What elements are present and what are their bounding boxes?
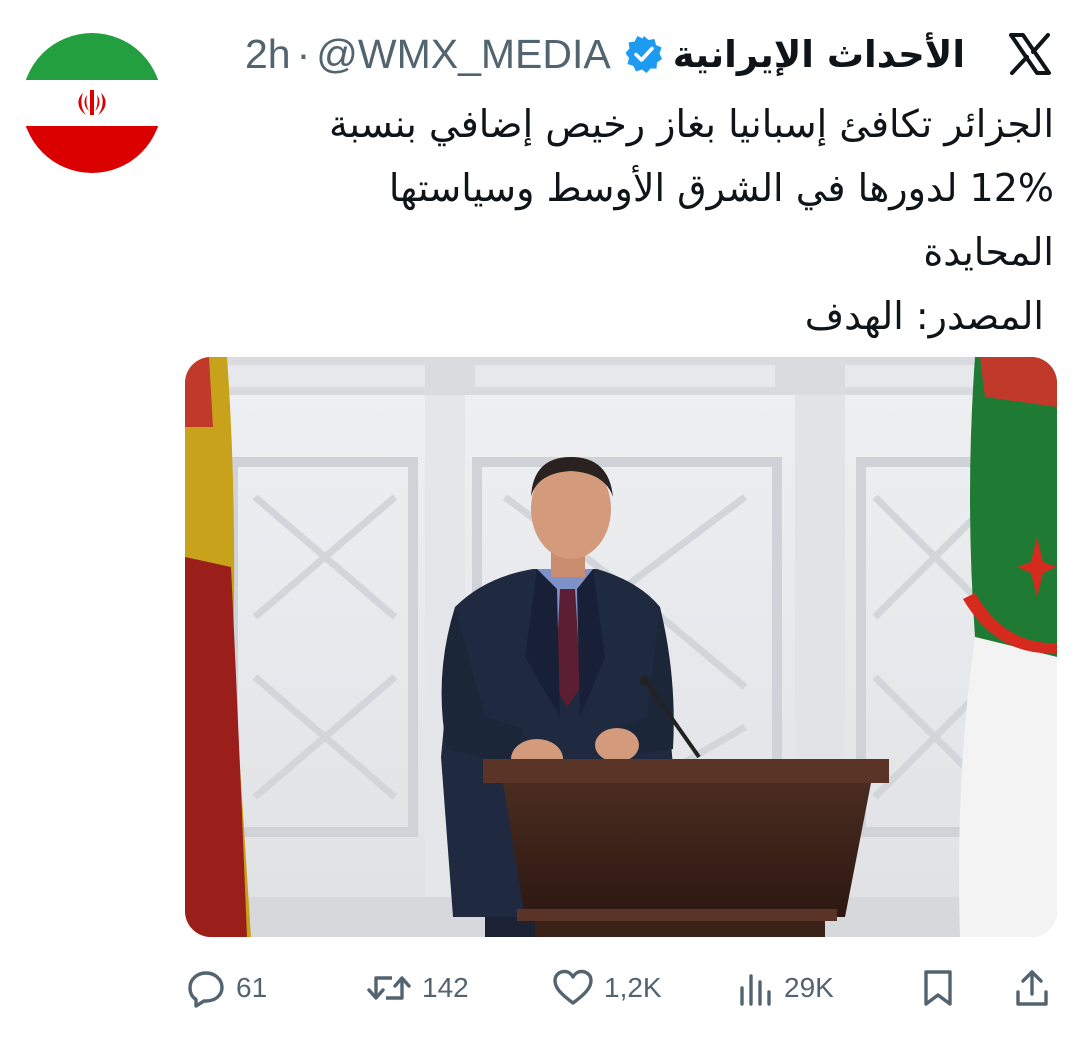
- reply-button[interactable]: 61: [186, 960, 267, 1016]
- like-button[interactable]: 1,2K: [552, 960, 662, 1016]
- views-count: 29K: [784, 972, 834, 1003]
- tweet-source-line: المصدر: الهدف: [804, 294, 1044, 338]
- heart-icon: [553, 969, 593, 1005]
- views-icon: [740, 974, 771, 1006]
- tweet-text-line: المحايدة: [923, 230, 1054, 274]
- verified-badge-icon: [625, 35, 663, 73]
- share-icon: [1016, 970, 1048, 1006]
- separator-dot: ·: [296, 30, 311, 77]
- tweet-photo[interactable]: [185, 357, 1057, 937]
- tweet-text-line: الجزائر تكافئ إسبانيا بغاز رخيص إضافي بن…: [329, 102, 1054, 146]
- repost-icon: [367, 976, 411, 1000]
- x-logo-icon[interactable]: [1008, 32, 1052, 76]
- tweet-header: الأحداث الإيرانية @WMX_MEDIA · 2h: [245, 28, 965, 80]
- repost-button[interactable]: 142: [366, 960, 469, 1016]
- views-button[interactable]: 29K: [738, 960, 834, 1016]
- handle[interactable]: @WMX_MEDIA: [316, 31, 610, 78]
- reply-count: 61: [236, 972, 268, 1003]
- repost-count: 142: [422, 972, 469, 1003]
- like-count: 1,2K: [604, 972, 662, 1003]
- reply-icon: [188, 971, 224, 1008]
- timestamp[interactable]: 2h: [245, 31, 291, 78]
- display-name[interactable]: الأحداث الإيرانية: [673, 33, 965, 76]
- share-button[interactable]: [1014, 960, 1050, 1016]
- tweet-actions: 61 142 1,2K 29K: [0, 960, 1080, 1016]
- bookmark-button[interactable]: [920, 960, 956, 1016]
- avatar[interactable]: [22, 33, 162, 173]
- bookmark-icon: [924, 970, 952, 1006]
- tweet-text-line: 12% لدورها في الشرق الأوسط وسياستها: [388, 166, 1054, 210]
- tweet-text: الجزائر تكافئ إسبانيا بغاز رخيص إضافي بن…: [194, 92, 1054, 348]
- iran-flag-avatar: [22, 33, 162, 173]
